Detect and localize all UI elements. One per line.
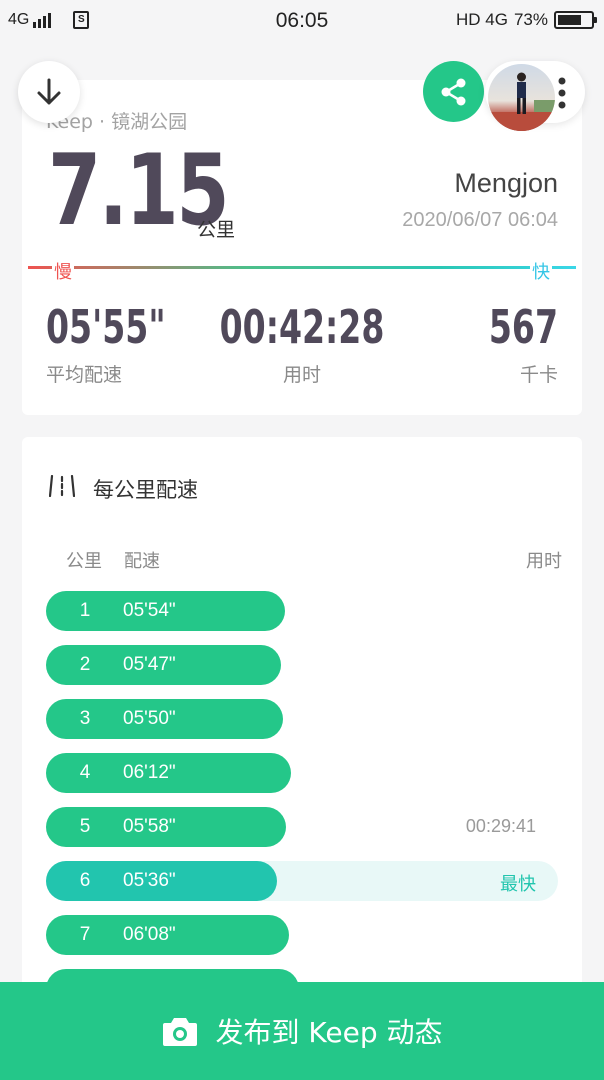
column-header-pace: 配速 bbox=[124, 551, 160, 572]
calories-label: 千卡 bbox=[519, 364, 558, 386]
download-button[interactable] bbox=[18, 61, 80, 123]
status-right: HD 4G 73% bbox=[456, 10, 597, 30]
fastest-badge: 最快 bbox=[500, 874, 536, 894]
split-row: 5 05'58" 00:29:41 bbox=[46, 807, 558, 847]
avatar-photo bbox=[488, 72, 555, 131]
battery-fill bbox=[558, 15, 581, 25]
split-row: 1 05'54" bbox=[46, 591, 558, 631]
status-bar: 4G S 06:05 HD 4G 73% bbox=[0, 0, 604, 42]
split-row: 3 05'50" bbox=[46, 699, 558, 739]
split-row: 6 05'36" 最快 bbox=[46, 861, 558, 901]
split-pace: 06'08" bbox=[123, 924, 176, 945]
share-button[interactable] bbox=[423, 61, 484, 122]
split-time: 00:29:41 bbox=[465, 816, 536, 836]
publish-button[interactable]: 发布到 Keep 动态 bbox=[0, 982, 604, 1080]
split-pace: 05'36" bbox=[123, 870, 176, 891]
avatar[interactable] bbox=[488, 64, 555, 131]
username: Mengjon bbox=[454, 168, 558, 198]
duration-value: 00:42:28 bbox=[219, 300, 385, 354]
activity-datetime: 2020/06/07 06:04 bbox=[402, 209, 558, 231]
split-pace: 05'54" bbox=[123, 600, 176, 621]
split-pace: 06'12" bbox=[123, 762, 176, 783]
split-km: 2 bbox=[79, 654, 91, 675]
user-menu[interactable] bbox=[485, 61, 585, 131]
duration-label: 用时 bbox=[282, 364, 321, 386]
split-km: 5 bbox=[79, 816, 91, 837]
split-km: 1 bbox=[79, 600, 91, 621]
network-type-right: HD 4G bbox=[456, 10, 508, 29]
split-row: 7 06'08" bbox=[46, 915, 558, 955]
split-pace: 05'47" bbox=[123, 654, 176, 675]
camera-icon bbox=[162, 1018, 197, 1046]
splits-title: 每公里配速 bbox=[93, 478, 198, 502]
summary-card: Keep · 镜湖公园 7.15 公里 Mengjon 2020/06/07 0… bbox=[22, 80, 582, 415]
distance-unit: 公里 bbox=[197, 219, 236, 241]
split-row: 4 06'12" bbox=[46, 753, 558, 793]
publish-label: 发布到 Keep 动态 bbox=[215, 1016, 443, 1049]
split-km: 4 bbox=[79, 762, 91, 783]
pace-slow-label: 慢 bbox=[52, 258, 74, 284]
split-pace: 05'58" bbox=[123, 816, 176, 837]
splits-card: 每公里配速 公里 配速 用时 1 05'54" 2 05'47" 3 05'50" 4 06'… bbox=[22, 437, 582, 1009]
column-header-time: 用时 bbox=[526, 551, 562, 572]
split-row: 2 05'47" bbox=[46, 645, 558, 685]
splits-icon bbox=[49, 475, 75, 497]
split-km: 3 bbox=[79, 708, 91, 729]
more-vertical-icon[interactable] bbox=[557, 77, 567, 109]
battery-icon bbox=[554, 11, 597, 29]
battery-percent: 73% bbox=[513, 10, 548, 29]
split-km: 7 bbox=[79, 924, 91, 945]
column-header-km: 公里 bbox=[66, 551, 102, 572]
share-icon bbox=[441, 78, 465, 105]
split-km: 6 bbox=[79, 870, 91, 891]
arrow-down-icon bbox=[37, 78, 61, 105]
calories-value: 567 bbox=[488, 300, 558, 354]
pace-gradient-bar bbox=[28, 266, 576, 269]
pace-fast-label: 快 bbox=[530, 258, 552, 284]
split-pace: 05'50" bbox=[123, 708, 176, 729]
